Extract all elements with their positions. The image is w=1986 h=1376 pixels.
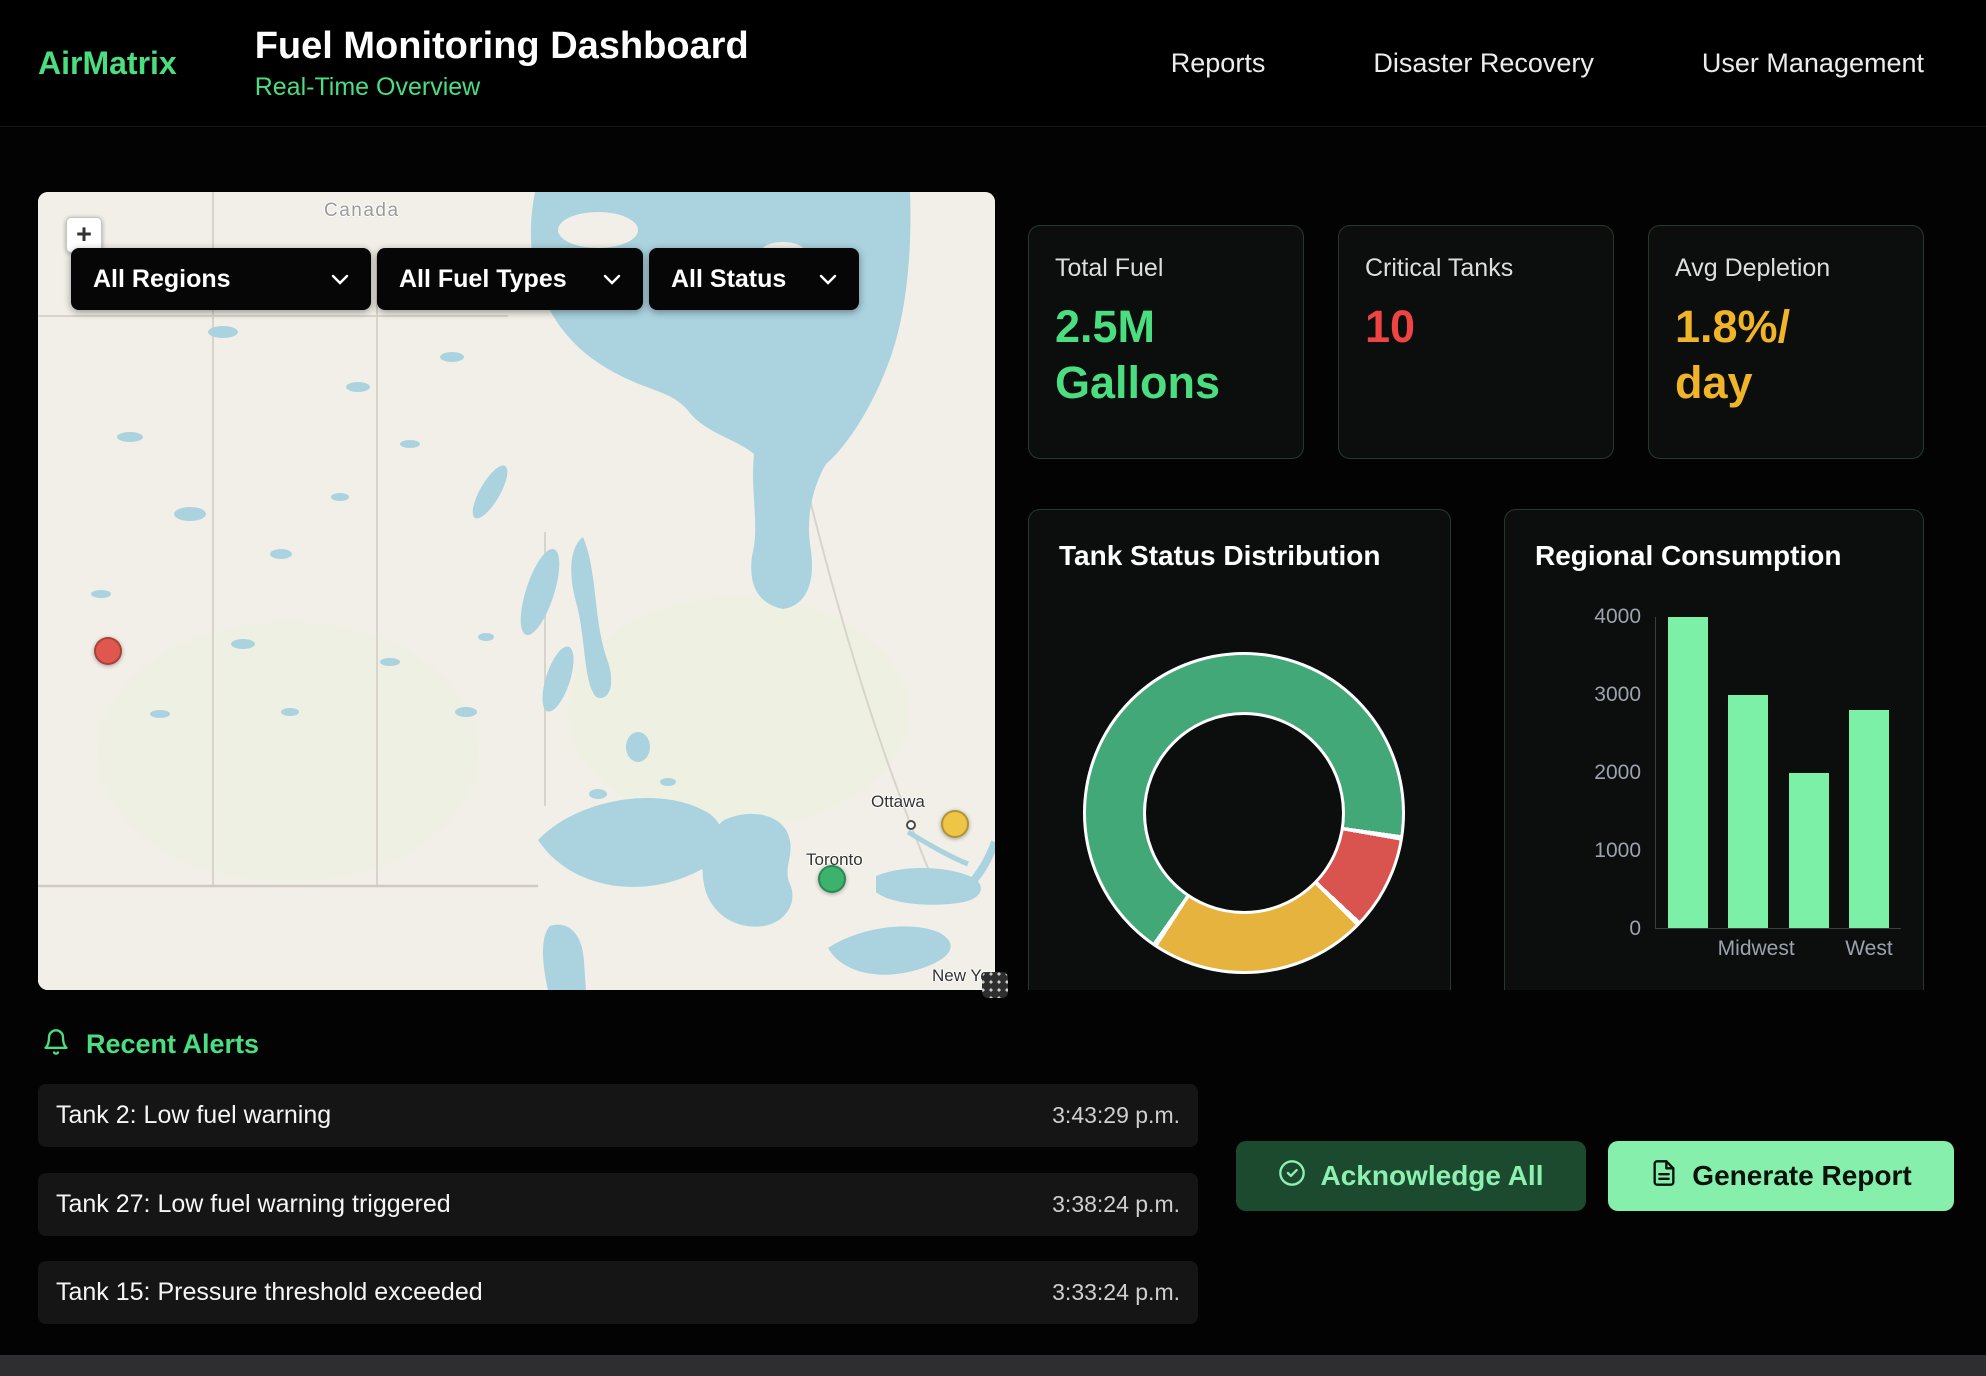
nav-reports[interactable]: Reports <box>1171 48 1266 79</box>
stat-label: Avg Depletion <box>1675 254 1897 283</box>
status-filter-select[interactable]: All Status <box>649 248 859 310</box>
tank-status-card: Tank Status Distribution <box>1028 509 1451 990</box>
main-nav: Reports Disaster Recovery User Managemen… <box>1171 48 1924 79</box>
chevron-down-icon <box>331 274 349 285</box>
bar-y-axis: 40003000200010000 <box>1535 617 1655 929</box>
x-tick-label <box>1778 937 1838 961</box>
bar-plot <box>1655 617 1901 929</box>
fuel-monitoring-dashboard: AirMatrix Fuel Monitoring Dashboard Real… <box>0 0 1986 1376</box>
horizontal-scrollbar[interactable] <box>0 1355 1986 1376</box>
map-filters: All Regions All Fuel Types All Status <box>71 248 859 310</box>
generate-report-button[interactable]: Generate Report <box>1608 1141 1954 1211</box>
alert-time: 3:38:24 p.m. <box>1052 1191 1180 1218</box>
generate-report-label: Generate Report <box>1692 1160 1911 1192</box>
acknowledge-all-label: Acknowledge All <box>1320 1160 1543 1192</box>
status-filter-value: All Status <box>671 265 786 294</box>
stat-value: 1.8%/ day <box>1675 299 1897 412</box>
y-tick-label: 4000 <box>1594 605 1641 629</box>
stat-value: 10 <box>1365 299 1587 355</box>
alert-row[interactable]: Tank 15: Pressure threshold exceeded 3:3… <box>38 1261 1198 1324</box>
acknowledge-all-button[interactable]: Acknowledge All <box>1236 1141 1586 1211</box>
tank-marker-warning[interactable] <box>941 810 969 838</box>
brand-logo[interactable]: AirMatrix <box>38 45 177 82</box>
alerts-header: Recent Alerts <box>42 1028 259 1061</box>
alert-time: 3:43:29 p.m. <box>1052 1102 1180 1129</box>
alert-row[interactable]: Tank 2: Low fuel warning 3:43:29 p.m. <box>38 1084 1198 1147</box>
x-tick-label: Midwest <box>1718 937 1778 961</box>
chevron-down-icon <box>603 274 621 285</box>
bar-x-labels: Midwest West <box>1655 937 1901 961</box>
stat-card-critical-tanks: Critical Tanks 10 <box>1338 225 1614 459</box>
fuel-type-filter-select[interactable]: All Fuel Types <box>377 248 643 310</box>
y-tick-label: 1000 <box>1594 839 1641 863</box>
nav-disaster-recovery[interactable]: Disaster Recovery <box>1373 48 1594 79</box>
y-tick-label: 2000 <box>1594 761 1641 785</box>
regional-consumption-card: Regional Consumption 4000 3000 2000 1000 0 M… <box>1504 509 1924 990</box>
alert-text: Tank 2: Low fuel warning <box>56 1101 331 1130</box>
alert-text: Tank 27: Low fuel warning triggered <box>56 1190 451 1219</box>
y-tick-label: 0 <box>1629 917 1641 941</box>
alerts-title: Recent Alerts <box>86 1029 259 1060</box>
header: AirMatrix Fuel Monitoring Dashboard Real… <box>0 0 1986 127</box>
stat-value: 2.5M Gallons <box>1055 299 1277 412</box>
x-tick-label <box>1657 937 1717 961</box>
bar <box>1658 617 1718 928</box>
resize-grip-handle[interactable] <box>982 972 1008 998</box>
region-filter-select[interactable]: All Regions <box>71 248 371 310</box>
tank-marker-critical[interactable] <box>94 637 122 665</box>
stat-card-total-fuel: Total Fuel 2.5M Gallons <box>1028 225 1304 459</box>
stats-row: Total Fuel 2.5M Gallons Critical Tanks 1… <box>1028 225 1924 459</box>
map-label-ottawa: Ottawa <box>871 792 925 812</box>
chevron-down-icon <box>819 274 837 285</box>
bar-plot-column: Midwest West <box>1655 617 1901 961</box>
bar <box>1718 617 1778 928</box>
title-block: Fuel Monitoring Dashboard Real-Time Over… <box>255 25 749 102</box>
stat-label: Total Fuel <box>1055 254 1277 283</box>
x-tick-label: West <box>1839 937 1899 961</box>
stat-card-avg-depletion: Avg Depletion 1.8%/ day <box>1648 225 1924 459</box>
regional-bar-chart: 40003000200010000 MidwestWest <box>1535 617 1901 961</box>
page-subtitle: Real-Time Overview <box>255 73 749 102</box>
ottawa-city-dot <box>906 820 916 830</box>
alert-time: 3:33:24 p.m. <box>1052 1279 1180 1306</box>
chart-title: Regional Consumption <box>1535 540 1901 572</box>
alert-row[interactable]: Tank 27: Low fuel warning triggered 3:38… <box>38 1173 1198 1236</box>
document-icon <box>1650 1159 1678 1194</box>
map-panel[interactable]: + All Regions All Fuel Types All Status <box>38 192 995 990</box>
alert-text: Tank 15: Pressure threshold exceeded <box>56 1278 483 1307</box>
metrics-column: Total Fuel 2.5M Gallons Critical Tanks 1… <box>1028 225 1924 990</box>
stat-label: Critical Tanks <box>1365 254 1587 283</box>
region-filter-value: All Regions <box>93 265 231 294</box>
page-title: Fuel Monitoring Dashboard <box>255 25 749 68</box>
fuel-type-filter-value: All Fuel Types <box>399 265 567 294</box>
bell-icon <box>42 1028 70 1061</box>
donut-wrap <box>1059 652 1428 974</box>
tank-marker-normal[interactable] <box>818 865 846 893</box>
y-tick-label: 3000 <box>1594 683 1641 707</box>
tank-status-donut <box>1083 652 1405 974</box>
chart-title: Tank Status Distribution <box>1059 540 1428 572</box>
check-circle-icon <box>1278 1159 1306 1194</box>
map-label-canada: Canada <box>324 200 400 222</box>
bar <box>1779 617 1839 928</box>
charts-row: Tank Status Distribution Regional Consum… <box>1028 509 1924 990</box>
bar <box>1839 617 1899 928</box>
nav-user-management[interactable]: User Management <box>1702 48 1924 79</box>
map-canvas[interactable] <box>38 192 995 990</box>
